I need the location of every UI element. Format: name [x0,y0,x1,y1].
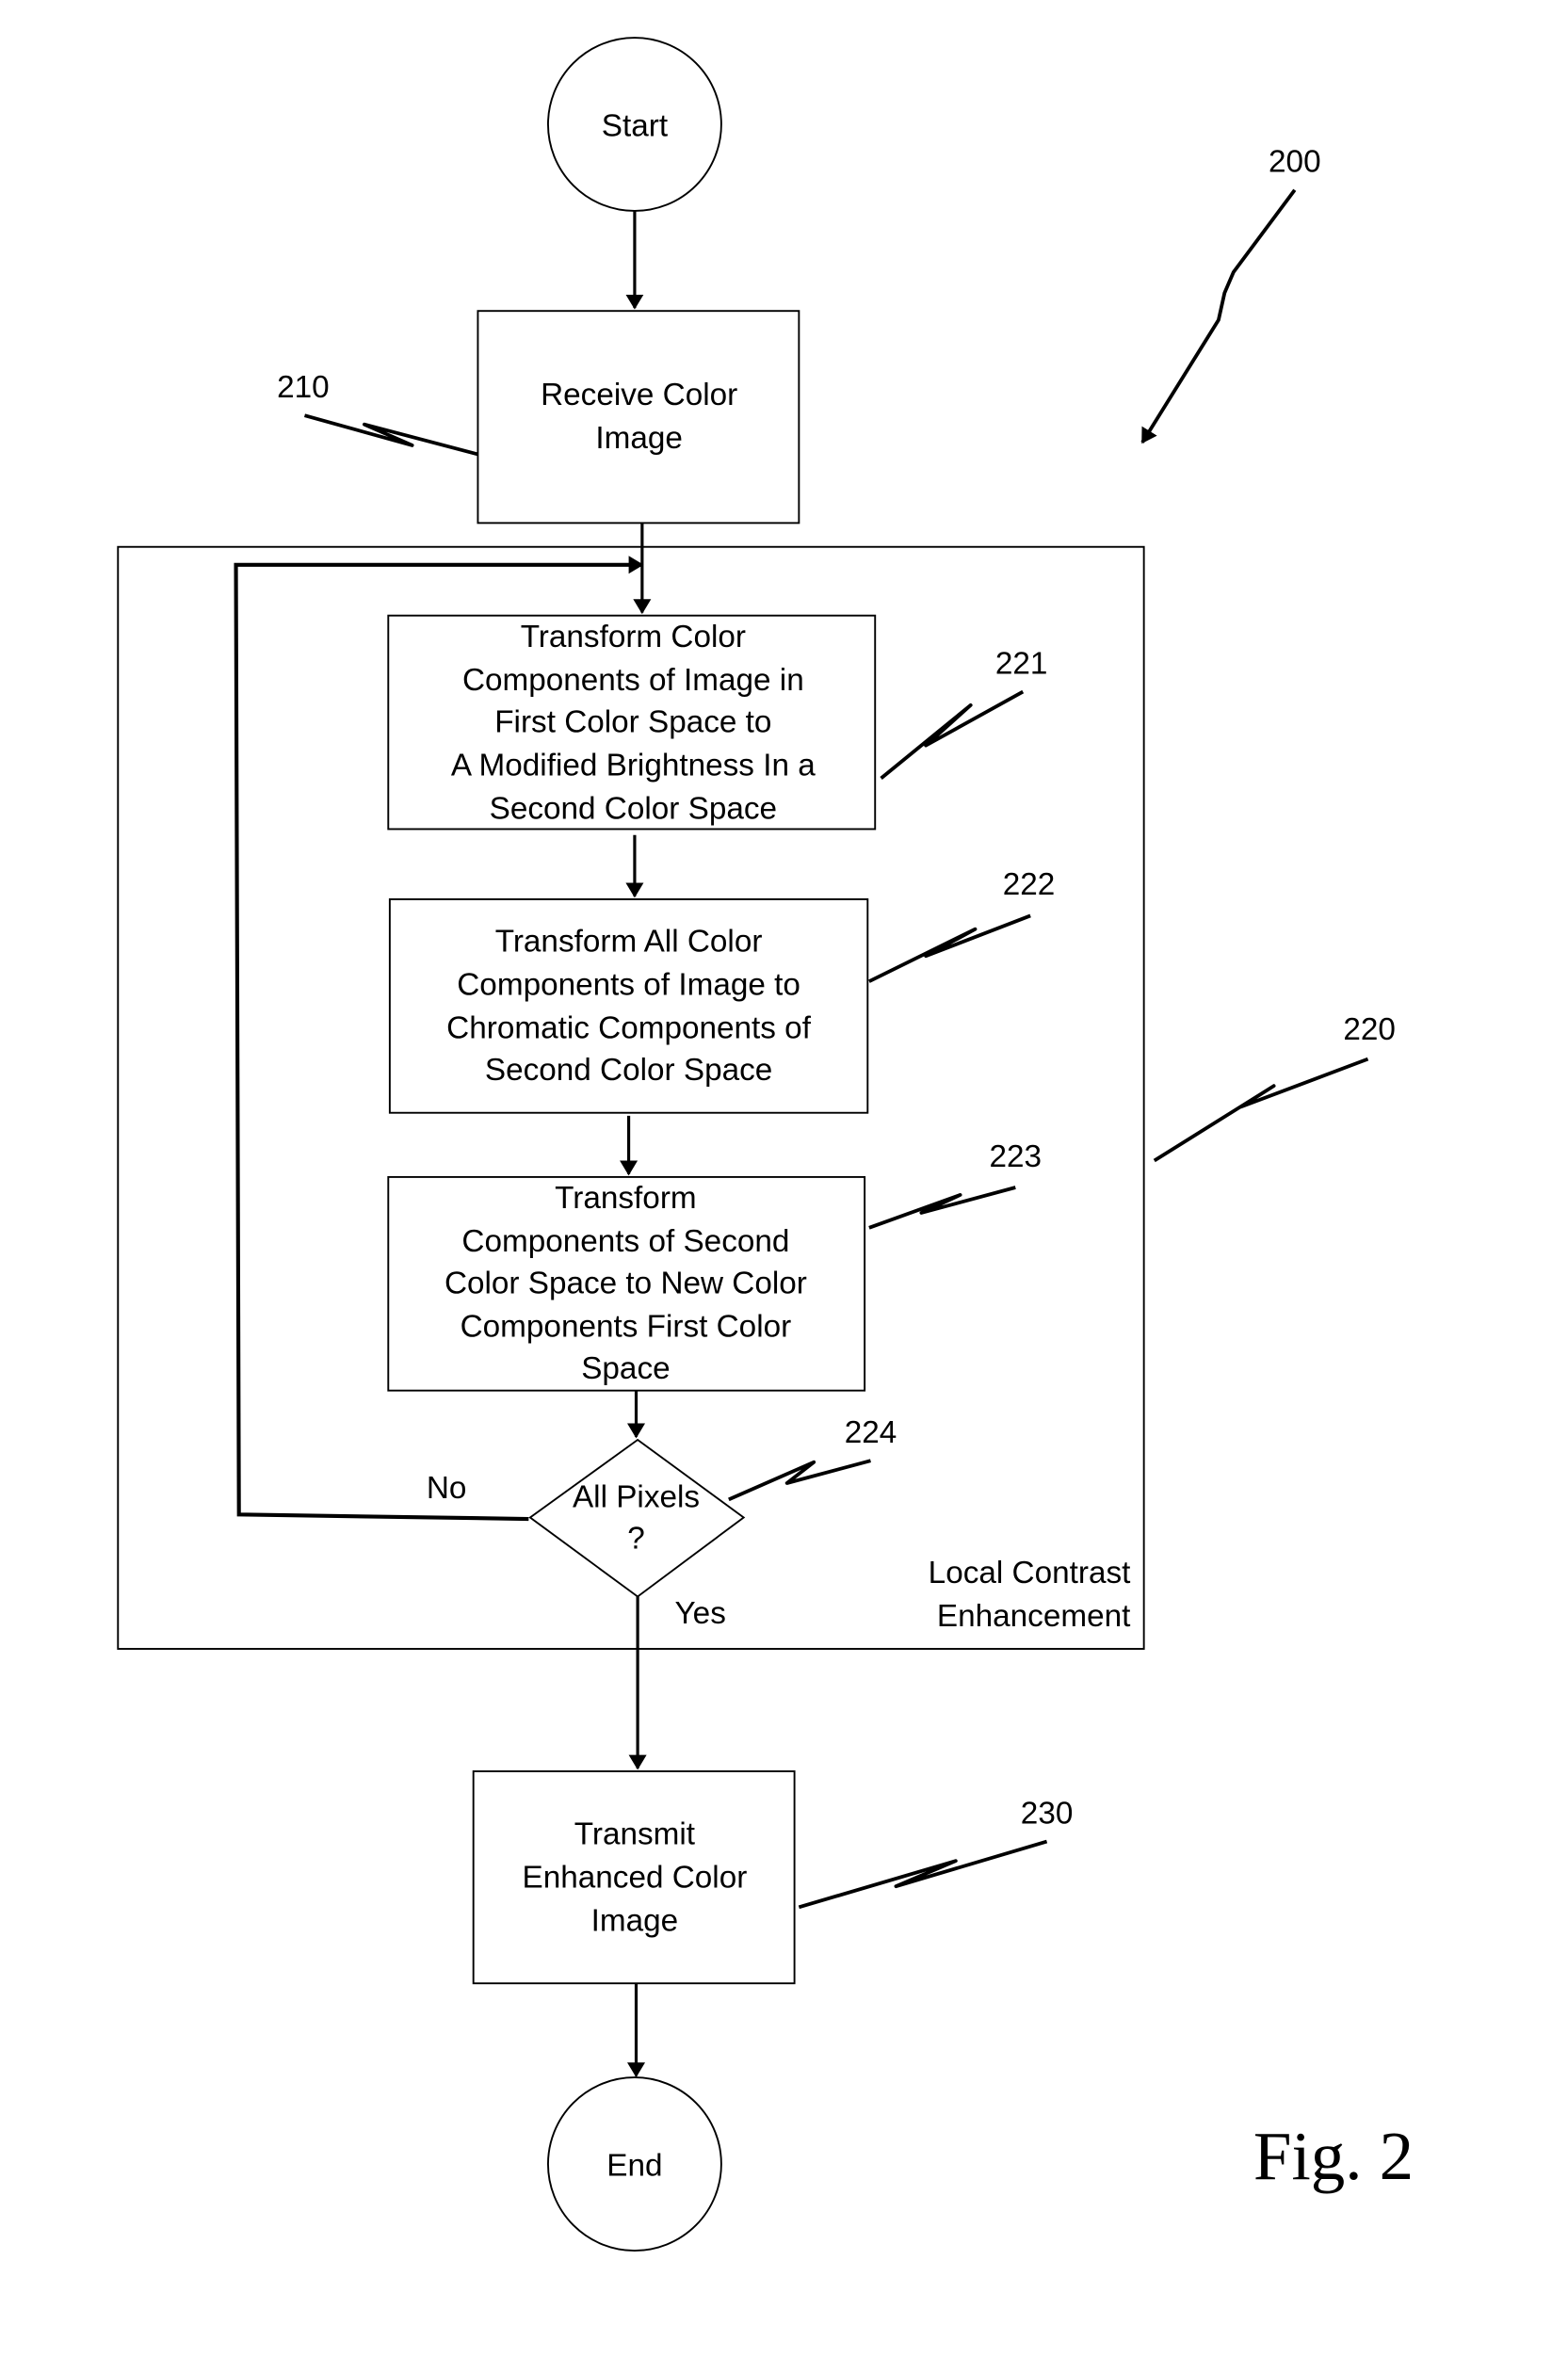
ref-223-leader [868,1186,1016,1230]
ref-210-label: 210 [277,370,330,405]
decision-224-all-pixels: All Pixels ? 224 No Yes [427,1415,897,1631]
step-210-line-1: Receive Color [541,378,737,412]
ref-222-label: 222 [1003,867,1056,902]
figure-reference-200: 200 [1140,145,1321,444]
group-220-line-1: Local Contrast [929,1556,1131,1590]
step-221-line-4: A Modified Brightness In a [451,748,816,783]
ref-220-label: 220 [1343,1012,1396,1047]
figure-title: Fig. 2 [1253,2118,1414,2194]
decision-224-diamond [528,1438,746,1598]
ref-222-leader [868,913,1031,983]
ref-224-label: 224 [845,1415,897,1450]
step-210-receive-color-image: Receive Color Image 210 [277,310,800,525]
ref-224-leader [728,1459,871,1502]
start-node: Start [547,37,722,212]
decision-yes-label: Yes [675,1596,726,1631]
group-220-line-2: Enhancement [937,1599,1130,1634]
step-223-line-4: Components First Color [461,1310,792,1345]
end-label: End [606,2149,662,2184]
ref-221-label: 221 [995,647,1048,682]
start-label: Start [602,109,668,144]
decision-no-label: No [427,1471,467,1506]
decision-224-line-2: ? [627,1522,645,1557]
ref-230-leader [798,1839,1048,1910]
step-223-line-5: Space [581,1351,670,1386]
step-221-line-5: Second Color Space [490,791,777,826]
step-223-line-3: Color Space to New Color [445,1267,807,1301]
ref-210-leader [303,413,478,457]
step-223-line-2: Components of Second [461,1224,789,1259]
step-221: Transform Color Components of Image in F… [387,614,1048,831]
ref-220-leader [1153,1057,1369,1163]
step-210-line-2: Image [595,421,683,456]
step-222-line-1: Transform All Color [495,924,763,959]
decision-224-line-1: All Pixels [573,1479,700,1514]
ref-200-label: 200 [1269,145,1321,180]
step-222-line-3: Chromatic Components of [446,1010,812,1045]
step-223-line-1: Transform [555,1181,696,1216]
end-node: End [547,2076,722,2252]
step-230-transmit-enhanced-color-image: Transmit Enhanced Color Image 230 [472,1770,1074,1985]
ref-223-label: 223 [990,1139,1043,1174]
step-230-line-2: Enhanced Color [523,1861,748,1896]
flowchart-canvas: Start 200 Receive Color Image 210 Local … [117,37,1414,2252]
step-230-line-3: Image [591,1904,679,1939]
step-221-line-2: Components of Image in [462,663,804,698]
step-221-line-3: First Color Space to [494,704,771,739]
step-223: Transform Components of Second Color Spa… [387,1139,1043,1392]
ref-230-label: 230 [1021,1797,1074,1832]
step-222: Transform All Color Components of Image … [388,867,1056,1114]
step-210-box [477,310,800,525]
step-222-line-2: Components of Image to [457,967,800,1002]
step-230-line-1: Transmit [574,1817,695,1852]
ref-221-leader [880,689,1025,781]
step-222-line-4: Second Color Space [485,1053,772,1088]
step-221-line-1: Transform Color [521,620,746,654]
ref-200-arrow [1140,188,1297,444]
